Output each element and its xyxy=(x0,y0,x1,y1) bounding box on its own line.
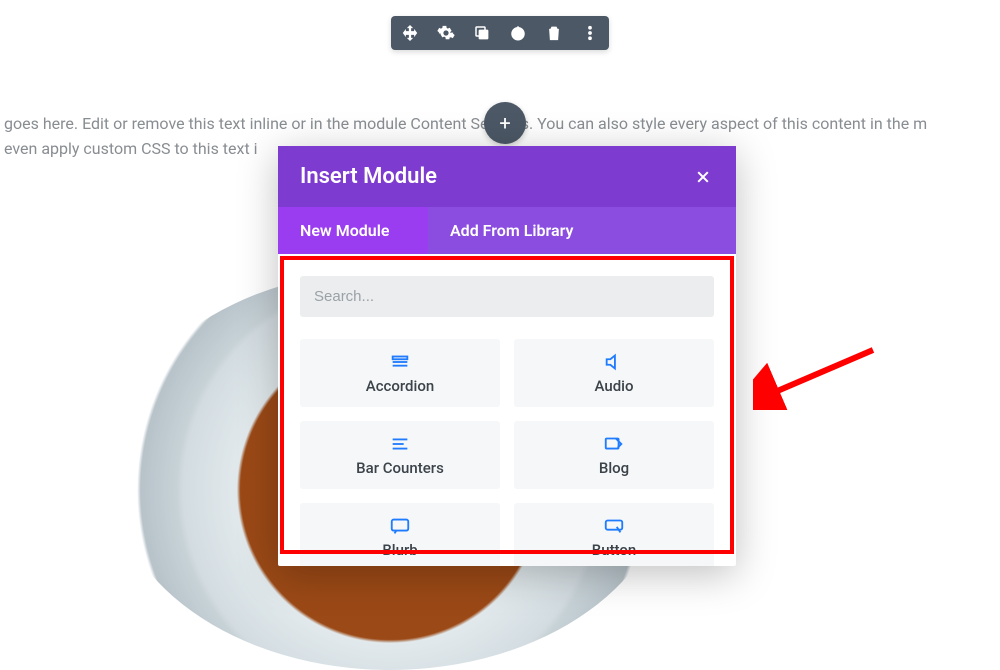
search-input[interactable] xyxy=(300,276,714,317)
module-button[interactable]: Button xyxy=(514,503,714,566)
add-module-button[interactable]: + xyxy=(484,102,526,144)
module-grid: Accordion Audio Bar Counters Blog xyxy=(300,339,714,566)
duplicate-icon[interactable] xyxy=(471,22,493,44)
power-icon[interactable] xyxy=(507,22,529,44)
section-toolbar xyxy=(391,16,609,50)
modal-tabs: New Module Add From Library xyxy=(278,207,736,254)
module-label: Blog xyxy=(599,459,629,477)
tab-add-from-library[interactable]: Add From Library xyxy=(428,207,736,254)
module-audio[interactable]: Audio xyxy=(514,339,714,407)
modal-body: Accordion Audio Bar Counters Blog xyxy=(278,254,736,566)
module-accordion[interactable]: Accordion xyxy=(300,339,500,407)
trash-icon[interactable] xyxy=(543,22,565,44)
accordion-icon xyxy=(389,353,411,371)
close-icon[interactable] xyxy=(692,166,714,188)
more-icon[interactable] xyxy=(579,22,601,44)
tab-new-module[interactable]: New Module xyxy=(278,207,428,254)
blurb-icon xyxy=(389,517,411,535)
annotation-arrow xyxy=(753,340,883,410)
module-label: Button xyxy=(592,541,637,559)
blog-icon xyxy=(603,435,625,453)
gear-icon[interactable] xyxy=(435,22,457,44)
module-label: Accordion xyxy=(366,377,434,395)
module-blurb[interactable]: Blurb xyxy=(300,503,500,566)
module-bar-counters[interactable]: Bar Counters xyxy=(300,421,500,489)
insert-module-modal: Insert Module New Module Add From Librar… xyxy=(278,146,736,566)
module-label: Audio xyxy=(595,377,634,395)
module-label: Blurb xyxy=(382,541,417,559)
module-label: Bar Counters xyxy=(356,459,444,477)
audio-icon xyxy=(603,353,625,371)
move-icon[interactable] xyxy=(399,22,421,44)
modal-header: Insert Module xyxy=(278,146,736,207)
module-blog[interactable]: Blog xyxy=(514,421,714,489)
bars-icon xyxy=(389,435,411,453)
plus-icon: + xyxy=(499,111,510,135)
button-icon xyxy=(603,517,625,535)
modal-title: Insert Module xyxy=(300,164,437,189)
